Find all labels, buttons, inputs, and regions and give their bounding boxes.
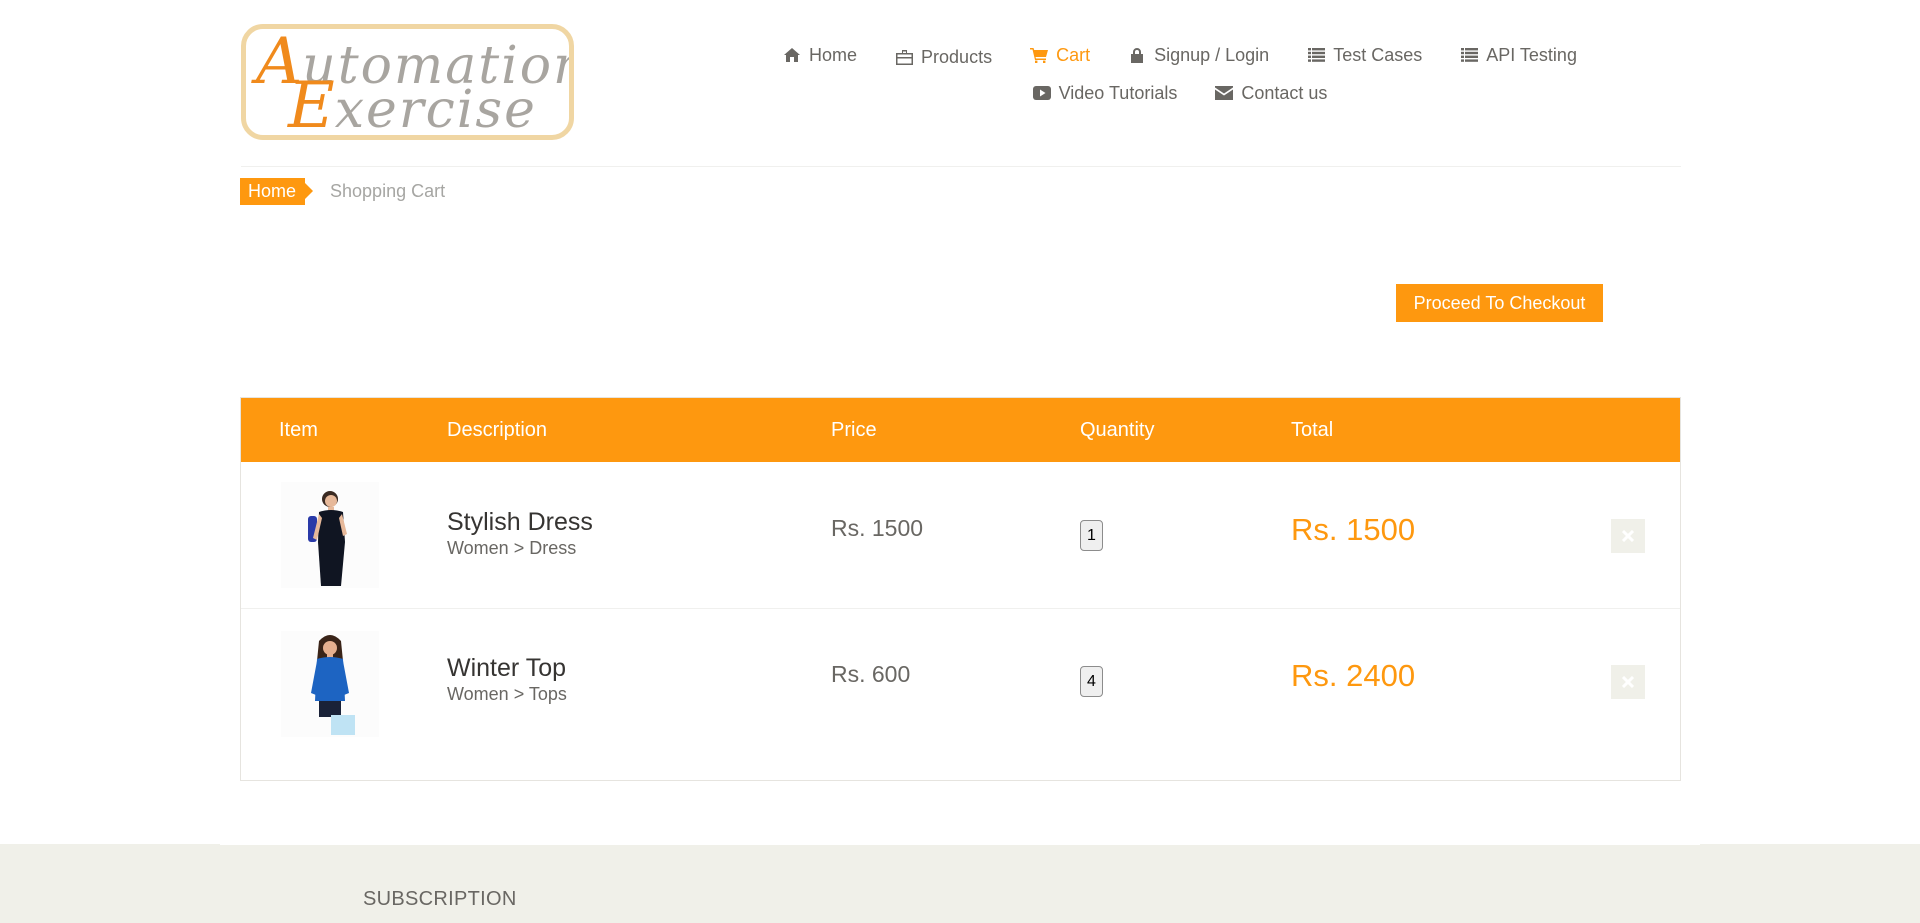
cart-table-header: Item Description Price Quantity Total bbox=[241, 398, 1680, 462]
list-icon bbox=[1307, 46, 1325, 64]
delete-item-button[interactable] bbox=[1611, 519, 1645, 553]
proceed-to-checkout-button[interactable]: Proceed To Checkout bbox=[1396, 284, 1603, 322]
main-nav: Home Products Cart Signup / Login Test C… bbox=[740, 36, 1620, 112]
nav-video-tutorials-label: Video Tutorials bbox=[1058, 82, 1178, 103]
header-item: Item bbox=[279, 419, 318, 441]
nav-row-2: Video Tutorials Contact us bbox=[740, 74, 1620, 112]
product-name-link[interactable]: Stylish Dress bbox=[447, 508, 593, 537]
close-icon bbox=[1622, 530, 1634, 542]
close-icon bbox=[1622, 676, 1634, 688]
cart-row: Winter Top Women > Tops Rs. 600 4 Rs. 24… bbox=[241, 609, 1680, 756]
product-image-winter-top[interactable] bbox=[281, 631, 379, 737]
header-price: Price bbox=[831, 419, 877, 441]
product-total: Rs. 1500 bbox=[1291, 512, 1416, 547]
nav-cart-label: Cart bbox=[1056, 44, 1091, 65]
site-header: Automation Exercise Home Products Cart S… bbox=[0, 0, 1920, 168]
nav-signup-login-label: Signup / Login bbox=[1154, 44, 1270, 65]
nav-api-testing[interactable]: API Testing bbox=[1441, 45, 1596, 66]
nav-products[interactable]: Products bbox=[876, 47, 1011, 68]
subscription-title: SUBSCRIPTION bbox=[363, 888, 517, 910]
home-icon bbox=[783, 46, 801, 64]
envelope-icon bbox=[1215, 84, 1234, 102]
footer bbox=[0, 844, 1920, 923]
product-name-link[interactable]: Winter Top bbox=[447, 654, 566, 683]
cart-table: Item Description Price Quantity Total St… bbox=[240, 397, 1681, 781]
nav-home[interactable]: Home bbox=[764, 45, 876, 66]
delete-item-button[interactable] bbox=[1611, 665, 1645, 699]
nav-contact-us-label: Contact us bbox=[1241, 82, 1328, 103]
nav-home-label: Home bbox=[809, 44, 858, 65]
header-total: Total bbox=[1291, 419, 1334, 441]
nav-contact-us[interactable]: Contact us bbox=[1196, 83, 1346, 104]
nav-video-tutorials[interactable]: Video Tutorials bbox=[1014, 83, 1197, 104]
cart-row: Stylish Dress Women > Dress Rs. 1500 1 R… bbox=[241, 462, 1680, 609]
product-category: Women > Dress bbox=[447, 538, 577, 558]
nav-api-testing-label: API Testing bbox=[1486, 44, 1577, 65]
youtube-play-icon bbox=[1032, 84, 1051, 102]
site-logo[interactable]: Automation Exercise bbox=[241, 24, 574, 140]
header-quantity: Quantity bbox=[1080, 419, 1155, 441]
breadcrumb-home-link[interactable]: Home bbox=[240, 178, 314, 205]
lock-icon bbox=[1128, 46, 1146, 64]
list-icon bbox=[1460, 46, 1478, 64]
quantity-display[interactable]: 4 bbox=[1080, 666, 1103, 697]
breadcrumb-current: Shopping Cart bbox=[330, 181, 446, 201]
quantity-display[interactable]: 1 bbox=[1080, 520, 1103, 551]
product-price: Rs. 600 bbox=[831, 661, 911, 687]
header-divider bbox=[241, 166, 1681, 167]
product-category: Women > Tops bbox=[447, 684, 567, 704]
nav-row-1: Home Products Cart Signup / Login Test C… bbox=[740, 36, 1620, 74]
product-image-stylish-dress[interactable] bbox=[281, 482, 379, 588]
header-description: Description bbox=[447, 419, 548, 441]
product-total: Rs. 2400 bbox=[1291, 658, 1416, 693]
nav-test-cases[interactable]: Test Cases bbox=[1288, 45, 1441, 66]
nav-cart[interactable]: Cart bbox=[1011, 45, 1109, 66]
product-price: Rs. 1500 bbox=[831, 515, 924, 541]
nav-test-cases-label: Test Cases bbox=[1333, 44, 1423, 65]
footer-top-line bbox=[220, 843, 1700, 845]
nav-products-label: Products bbox=[921, 46, 993, 67]
nav-signup-login[interactable]: Signup / Login bbox=[1109, 45, 1288, 66]
products-icon bbox=[895, 48, 913, 66]
breadcrumb: Home Shopping Cart bbox=[240, 178, 445, 205]
cart-icon bbox=[1030, 46, 1049, 64]
logo-wordmark: Automation Exercise bbox=[251, 29, 569, 135]
